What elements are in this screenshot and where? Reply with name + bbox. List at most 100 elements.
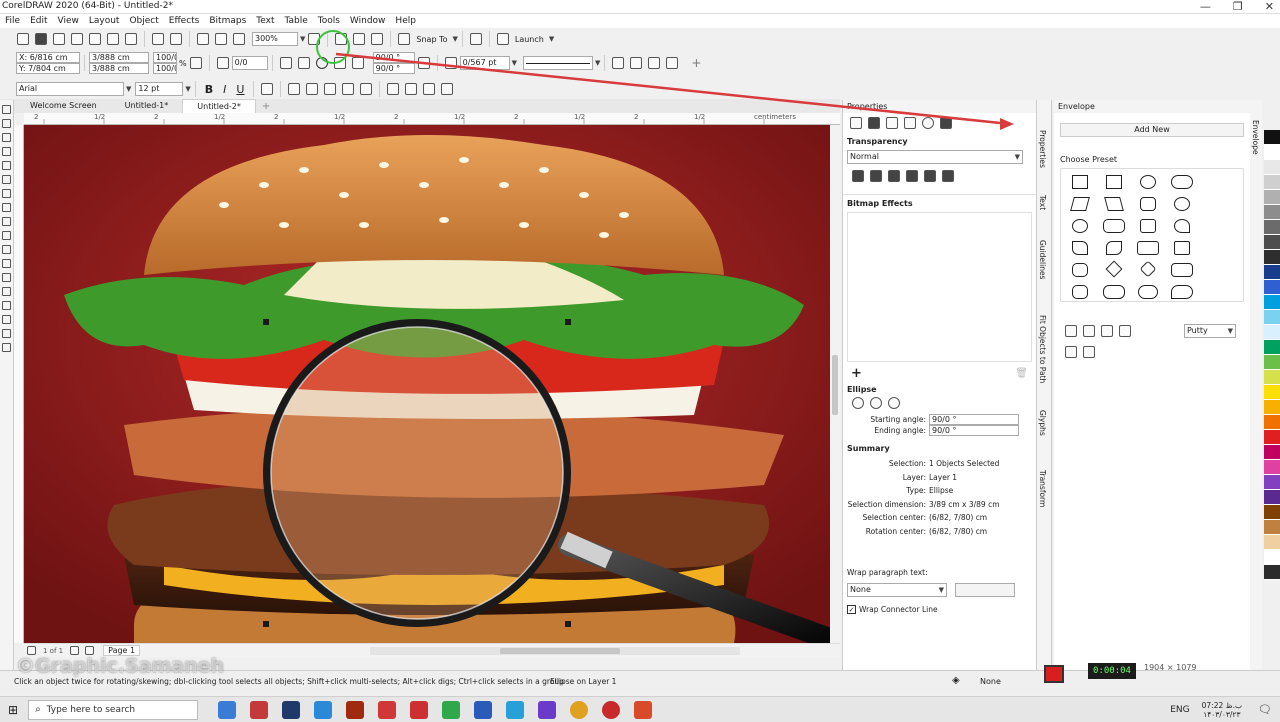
wrap-offset-field[interactable] [955,583,1015,597]
preset-flag[interactable] [1140,219,1156,233]
palette-swatch[interactable] [1264,370,1280,385]
width-field[interactable]: 3/888 cm [89,52,149,63]
task-view-icon[interactable] [218,700,237,719]
palette-swatch[interactable] [1264,130,1280,145]
palette-swatch[interactable] [1264,145,1280,160]
close-button[interactable]: ✕ [1265,0,1274,13]
preset-octagon[interactable] [1140,197,1156,211]
bold-button[interactable]: B [205,83,213,96]
ending-angle-field[interactable]: 90/0 ° [929,425,1019,436]
eyedropper-icon[interactable] [2,301,11,310]
palette-swatch[interactable] [1264,460,1280,475]
pdf-icon[interactable] [233,33,245,45]
palette-swatch[interactable] [1264,355,1280,370]
fill-tab-icon[interactable] [868,117,880,129]
show-grid-icon[interactable] [353,33,366,45]
illustrator-icon[interactable] [346,700,365,719]
app-icon[interactable] [378,700,397,719]
palette-swatch[interactable] [1264,385,1280,400]
page-next-icon[interactable] [70,646,80,655]
transparency-heading[interactable]: Transparency [843,137,1036,146]
text-tool-icon[interactable] [2,231,11,240]
tab-welcome-screen[interactable]: Welcome Screen [16,99,111,113]
rotation-field[interactable]: 0/0 [231,56,268,70]
preset-rounded-3[interactable] [1072,285,1088,299]
ellipse-mode-icon[interactable] [315,57,328,69]
preset-rounded-2[interactable] [1171,263,1193,277]
app-icon[interactable] [250,700,269,719]
uniform-transparency-icon[interactable] [870,170,882,182]
vertical-text-icon[interactable] [441,83,454,95]
smart-fill-icon[interactable] [2,329,11,338]
palette-swatch[interactable] [1264,235,1280,250]
ellipse-tab-icon[interactable] [922,117,934,129]
export-file-icon[interactable] [215,33,227,45]
envelope-tab-label[interactable]: Envelope [1251,120,1260,155]
vertical-scrollbar[interactable] [830,125,840,643]
snap-icon[interactable] [398,33,411,45]
snap-to-dropdown[interactable]: Snap To [416,35,447,44]
menu-view[interactable]: View [53,14,84,28]
copy-envelope-icon[interactable] [1083,346,1095,358]
freehand-tool-icon[interactable] [2,161,11,170]
palette-swatch[interactable] [1264,160,1280,175]
convert-to-curves-icon[interactable] [666,57,679,69]
arc-shape-icon[interactable] [888,397,900,409]
menu-tools[interactable]: Tools [313,14,345,28]
crop-tool-icon[interactable] [2,133,11,142]
mirror-vertical-icon[interactable] [297,57,310,69]
text-wrap-icon[interactable] [612,57,625,69]
new-tab-icon[interactable]: + [262,101,270,112]
merge-mode-dropdown[interactable]: Normal ▼ [847,150,1023,164]
preset-trapezoid[interactable] [1104,197,1124,211]
scroll-thumb[interactable] [832,355,838,415]
y-position-field[interactable]: Y: 7/804 cm [16,63,80,74]
wrap-paragraph-dropdown[interactable]: None ▼ [847,583,947,597]
palette-swatch[interactable] [1264,505,1280,520]
palette-swatch[interactable] [1264,490,1280,505]
single-arc-mode-icon[interactable] [1101,325,1113,337]
summary-tab-icon[interactable] [940,117,952,129]
palette-swatch[interactable] [1264,220,1280,235]
fountain-transparency-icon[interactable] [888,170,900,182]
preset-cloud-2[interactable] [1138,285,1158,299]
edit-text-icon[interactable] [405,83,418,95]
palette-swatch[interactable] [1264,415,1280,430]
add-tool-icon[interactable] [2,343,11,352]
save-icon[interactable] [35,33,47,45]
print-icon[interactable] [89,33,101,45]
preset-cloud[interactable] [1103,285,1125,299]
preset-rounded-rect[interactable] [1103,219,1125,233]
show-rulers-icon[interactable] [335,33,348,45]
indent-icon[interactable] [342,83,355,95]
wrap-connector-checkbox[interactable]: ✓ [847,605,856,614]
dock-tab-properties[interactable]: Properties [1038,130,1047,168]
pick-tool-icon[interactable] [2,105,11,114]
drawing-canvas[interactable] [24,125,830,643]
palette-swatch[interactable] [1264,475,1280,490]
menu-edit[interactable]: Edit [25,14,52,28]
show-guidelines-icon[interactable] [371,33,384,45]
zoom-tool-icon[interactable] [2,147,11,156]
clock[interactable]: 07:22 ب.ظ ۱۴۰۳/۰۳/۲۳ [1202,701,1242,719]
menu-window[interactable]: Window [345,14,391,28]
zoom-level-field[interactable]: 300% [252,32,298,46]
parallel-dimension-icon[interactable] [2,245,11,254]
mail-icon[interactable] [314,700,333,719]
preset-diamond[interactable] [1105,260,1123,278]
double-arc-mode-icon[interactable] [1119,325,1131,337]
minimize-button[interactable]: — [1200,0,1211,13]
texture-transparency-icon[interactable] [942,170,954,182]
bitmap-effects-heading[interactable]: Bitmap Effects [843,194,1036,208]
height-field[interactable]: 3/888 cm [89,63,149,74]
palette-swatch[interactable] [1264,325,1280,340]
palette-swatch[interactable] [1264,310,1280,325]
align-icon[interactable] [261,83,274,95]
palette-swatch[interactable] [1264,205,1280,220]
export-icon[interactable] [71,33,83,45]
straight-line-mode-icon[interactable] [1083,325,1095,337]
import-file-icon[interactable] [197,33,209,45]
envelope-edit-icon[interactable] [1065,325,1077,337]
preset-wave[interactable] [1137,241,1159,255]
preset-pill[interactable] [1171,175,1193,189]
